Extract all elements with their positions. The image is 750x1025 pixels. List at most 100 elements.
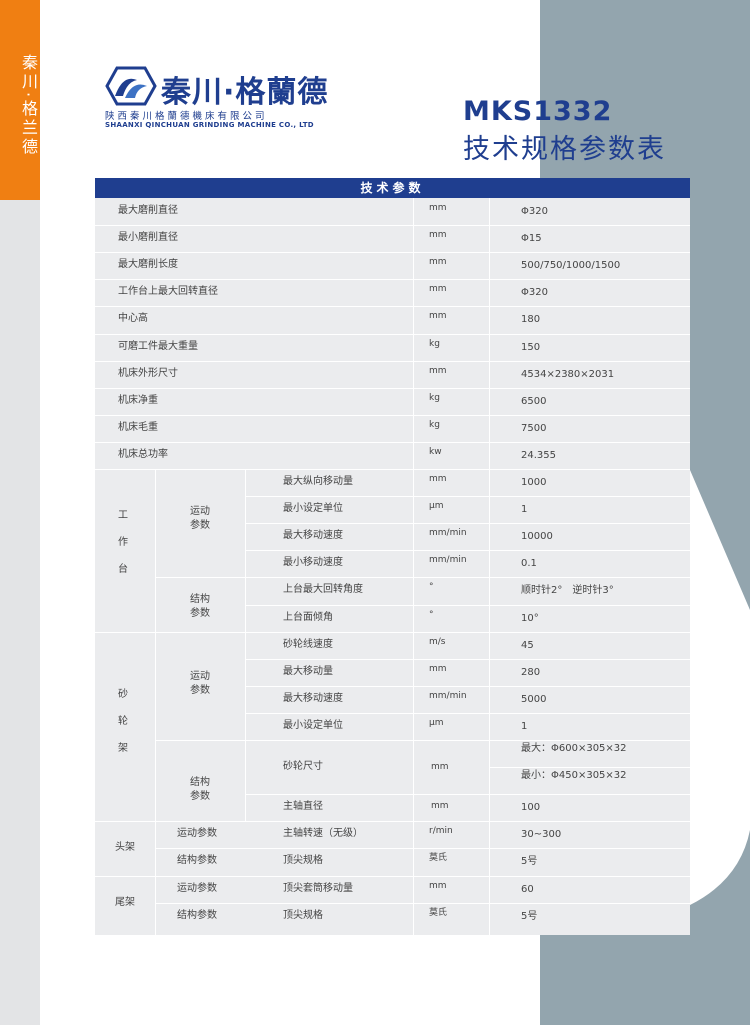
table-row-divider — [245, 550, 690, 552]
spec-unit: mm — [429, 663, 447, 674]
wheelhead-group-label: 砂 — [118, 688, 128, 700]
spec-unit: μm — [429, 717, 444, 728]
spec-unit: mm/min — [429, 528, 467, 539]
spec-value: 5号 — [521, 856, 538, 868]
table-row-divider — [95, 387, 690, 389]
spec-name: 上台面倾角 — [283, 611, 333, 623]
spec-value: 500/750/1000/1500 — [521, 260, 621, 272]
headstock-row-label: 运动参数 — [177, 828, 217, 840]
model-number: MKS1332 — [463, 96, 613, 127]
table-row-divider — [245, 658, 690, 660]
spec-name: 最大纵向移动量 — [283, 476, 353, 487]
tailstock-row-label: 结构参数 — [177, 909, 217, 921]
spec-value: 5号 — [521, 910, 538, 922]
table-row-divider — [95, 414, 690, 416]
spec-unit: kg — [429, 392, 440, 403]
spec-value: Φ320 — [521, 287, 548, 299]
spec-unit: mm — [429, 257, 447, 268]
table-row-divider — [95, 225, 690, 227]
spec-unit: μm — [429, 501, 444, 512]
wheelhead-motion-label: 运动 — [190, 670, 210, 682]
wheel-size-name: 砂轮尺寸 — [283, 761, 323, 772]
spec-value: 6500 — [521, 395, 547, 407]
spec-value: 4534×2380×2031 — [521, 368, 615, 380]
table-row-divider — [489, 767, 690, 769]
spec-value: 10000 — [521, 531, 553, 543]
spec-unit: mm/min — [429, 690, 467, 701]
table-row-divider — [95, 631, 690, 633]
spec-value: 180 — [521, 314, 541, 326]
spec-name: 最大移动量 — [283, 665, 333, 677]
spec-unit: kw — [429, 446, 442, 457]
table-row-divider — [95, 252, 690, 254]
wheelhead-motion-label: 参数 — [190, 684, 210, 696]
spec-unit: kg — [429, 419, 440, 430]
tailstock-group-label: 尾架 — [115, 896, 135, 908]
table-row-divider — [95, 441, 690, 443]
spec-unit: 莫氏 — [429, 907, 448, 918]
spec-unit: mm/min — [429, 555, 467, 566]
table-row-divider — [245, 794, 690, 796]
table-column-divider — [245, 469, 246, 822]
table-row-divider — [155, 740, 690, 741]
tailstock-row-label: 运动参数 — [177, 882, 217, 894]
spec-value: 150 — [521, 341, 541, 353]
worktable-motion-label: 运动 — [190, 506, 210, 517]
table-row-divider — [245, 712, 690, 714]
spec-name: 中心高 — [118, 313, 148, 325]
table-row-divider — [155, 577, 690, 579]
table-row-divider — [245, 496, 690, 498]
company-logo: 秦川·格蘭德 陕西秦川格蘭德機床有限公司 SHAANXI QINCHUAN GR… — [105, 62, 335, 132]
wheelhead-group-label: 轮 — [118, 715, 128, 727]
spec-value: Φ15 — [521, 233, 542, 245]
wheel-size-unit: mm — [431, 762, 449, 772]
spec-value: 10° — [521, 612, 539, 624]
spec-name: 最大磨削长度 — [118, 259, 178, 271]
spec-value: 7500 — [521, 422, 547, 434]
table-row-divider — [95, 306, 690, 308]
spec-value: 280 — [521, 666, 541, 678]
headstock-row-label: 结构参数 — [177, 855, 217, 867]
table-row-divider — [155, 848, 690, 850]
worktable-struct-label: 结构 — [190, 594, 210, 606]
spec-unit: 莫氏 — [429, 853, 448, 864]
spec-unit: mm — [429, 365, 447, 376]
worktable-motion-label: 参数 — [190, 520, 210, 531]
spec-unit: ° — [429, 582, 434, 593]
spec-unit: mm — [429, 311, 447, 322]
table-column-divider — [413, 198, 414, 935]
document-title: 技术规格参数表 — [463, 134, 666, 165]
wheelhead-group-label: 架 — [118, 742, 128, 754]
table-row-divider — [95, 875, 690, 877]
company-name-en: SHAANXI QINCHUAN GRINDING MACHINE CO., L… — [105, 121, 314, 129]
spec-table: 技术参数 最大磨削直径 mm Φ320 最小磨削直径 mm Φ15 最大磨削长度 mm 500/… — [95, 178, 690, 935]
spec-name: 最大移动速度 — [283, 692, 343, 704]
spec-name: 顶尖套筒移动量 — [283, 882, 353, 894]
spec-name: 最小移动速度 — [283, 557, 343, 569]
table-row-divider — [95, 279, 690, 281]
table-row-divider — [95, 333, 690, 335]
spec-name: 最小磨削直径 — [118, 232, 178, 244]
spec-name: 最大磨削直径 — [118, 205, 178, 216]
worktable-group-label: 作 — [118, 537, 128, 548]
table-row-divider — [95, 469, 690, 470]
sidebar-brand-tab: 秦川·格兰德 — [0, 0, 40, 200]
worktable-struct-label: 参数 — [190, 608, 210, 620]
spec-value: 1000 — [521, 477, 547, 488]
spec-name: 机床外形尺寸 — [118, 367, 178, 379]
spec-value: 顺时针2° 逆时针3° — [521, 585, 614, 597]
table-row-divider — [95, 821, 690, 823]
spec-name: 机床总功率 — [118, 448, 168, 460]
worktable-group-label: 工 — [118, 510, 128, 521]
spec-unit: mm — [429, 203, 447, 213]
table-row-divider — [245, 685, 690, 687]
spec-unit: mm — [429, 474, 447, 484]
spec-value: 1 — [521, 720, 528, 732]
spec-name: 砂轮线速度 — [283, 638, 333, 650]
spec-value: 1 — [521, 504, 528, 516]
spec-name: 上台最大回转角度 — [283, 584, 363, 596]
wheelhead-struct-label: 结构 — [190, 777, 210, 788]
table-column-divider — [489, 198, 490, 935]
spec-name: 可磨工件最大重量 — [118, 340, 198, 352]
table-row-divider — [245, 523, 690, 525]
